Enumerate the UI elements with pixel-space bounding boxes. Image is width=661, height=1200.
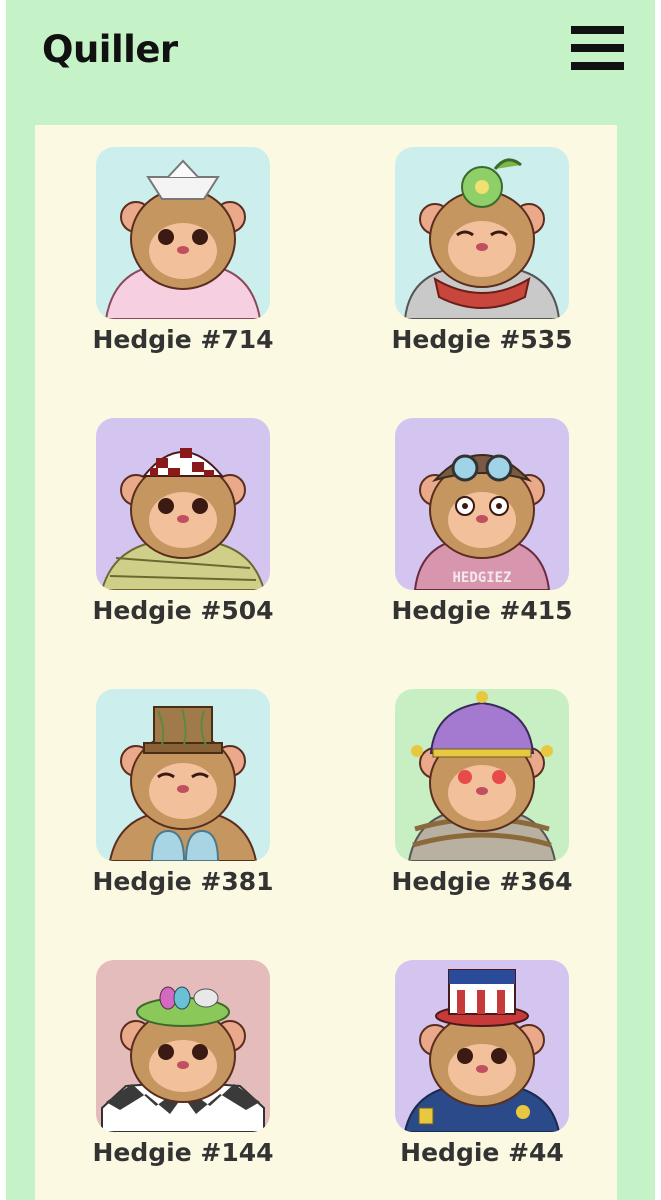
app-title: Quiller (42, 28, 178, 71)
hedgie-label: Hedgie #44 (400, 1138, 564, 1167)
hedgie-image (395, 689, 569, 861)
hedgie-image (96, 689, 270, 861)
hedgie-card[interactable]: Hedgie #364 (375, 689, 585, 919)
hedgie-image (395, 147, 569, 319)
hedgie-card[interactable]: Hedgie #44 (375, 960, 585, 1190)
hedgie-label: Hedgie #714 (92, 325, 274, 354)
hedgie-label: Hedgie #415 (391, 596, 573, 625)
hedgie-card[interactable]: Hedgie #504 (76, 418, 286, 648)
hedgie-card[interactable]: Hedgie #535 (375, 147, 585, 377)
hedgie-gallery: Hedgie #714 Hedgie #535 Hedgie #504 HEDG… (35, 125, 617, 1200)
hedgie-card[interactable]: Hedgie #144 (76, 960, 286, 1190)
hedgie-label: Hedgie #144 (92, 1138, 274, 1167)
hedgie-card[interactable]: Hedgie #714 (76, 147, 286, 377)
svg-text:HEDGIEZ: HEDGIEZ (452, 570, 511, 586)
hedgie-image: HEDGIEZ (395, 418, 569, 590)
hedgie-label: Hedgie #504 (92, 596, 274, 625)
hamburger-menu-icon[interactable] (571, 26, 624, 70)
hedgie-card[interactable]: Hedgie #381 (76, 689, 286, 919)
hedgie-image (96, 418, 270, 590)
hedgie-image (96, 147, 270, 319)
hedgie-label: Hedgie #364 (391, 867, 573, 896)
hedgie-image (96, 960, 270, 1132)
hedgie-card[interactable]: HEDGIEZ Hedgie #415 (375, 418, 585, 648)
hedgie-image (395, 960, 569, 1132)
hedgie-label: Hedgie #381 (92, 867, 274, 896)
hedgie-label: Hedgie #535 (391, 325, 573, 354)
